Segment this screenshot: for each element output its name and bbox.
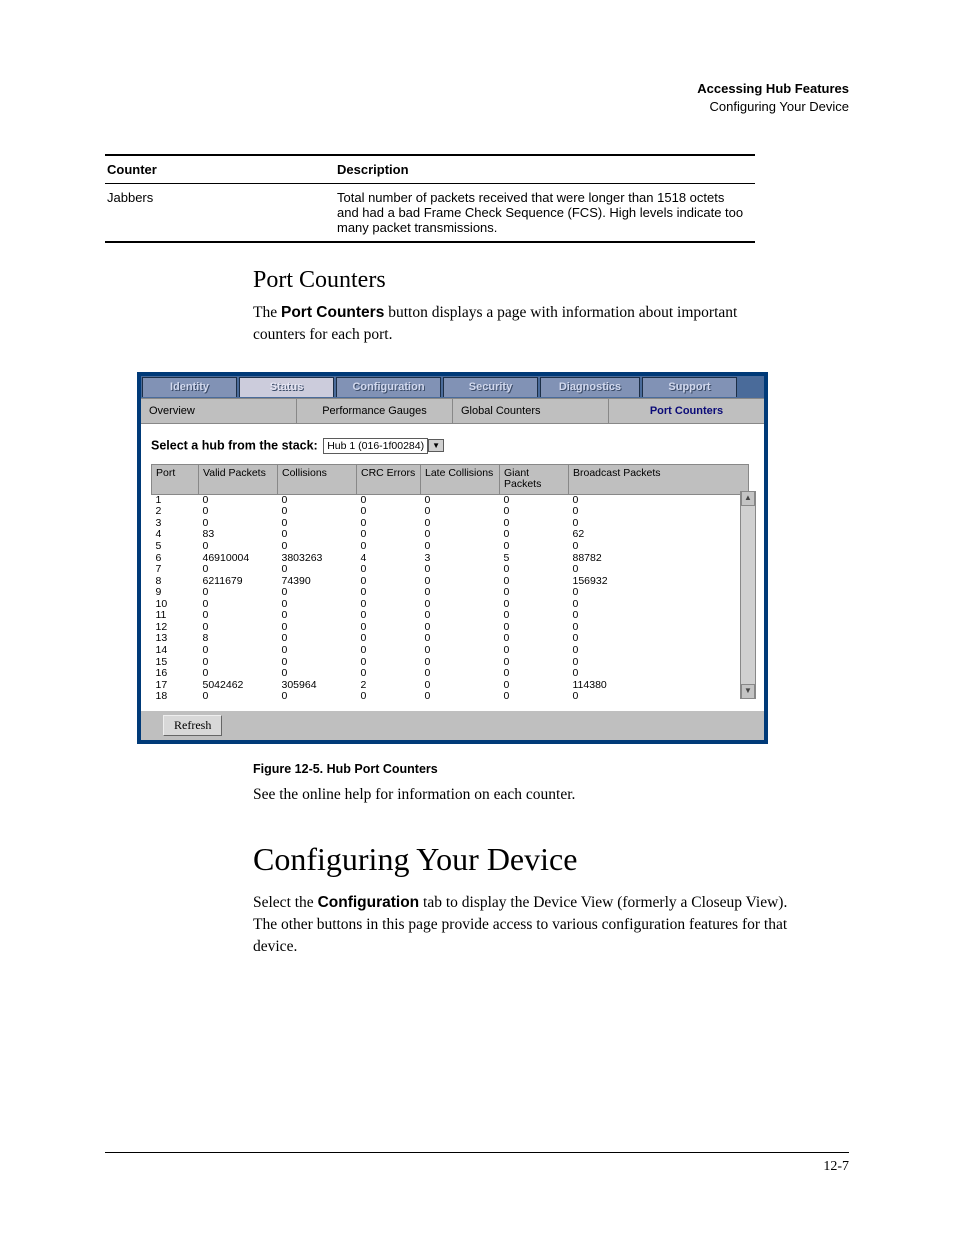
sub-tabs: Overview Performance Gauges Global Count… [141, 398, 764, 424]
header-subtitle: Configuring Your Device [105, 98, 849, 116]
table-row: 483000062 [152, 529, 749, 541]
th-description: Description [335, 155, 755, 184]
port-counters-heading: Port Counters [253, 267, 788, 294]
table-row: 13800000 [152, 633, 749, 645]
table-row: 8621167974390000156932 [152, 576, 749, 588]
page-footer: 12-7 [105, 1152, 849, 1175]
table-row: 10000000 [152, 599, 749, 611]
configuring-device-heading: Configuring Your Device [253, 841, 788, 878]
col-crc-errors: CRC Errors [357, 464, 421, 494]
cell-description: Total number of packets received that we… [335, 184, 755, 243]
table-row: 3000000 [152, 518, 749, 530]
col-giant-packets: Giant Packets [500, 464, 569, 494]
port-counters-table: Port Valid Packets Collisions CRC Errors… [151, 464, 749, 703]
tab-security[interactable]: Security [443, 377, 538, 397]
subtab-port-counters[interactable]: Port Counters [609, 399, 764, 423]
table-row: 15000000 [152, 657, 749, 669]
table-scrollbar[interactable]: ▲ ▼ [740, 491, 756, 699]
subtab-performance-gauges[interactable]: Performance Gauges [297, 399, 453, 423]
hub-select[interactable]: Hub 1 (016-1f00284) [323, 438, 428, 454]
table-row: 175042462305964200114380 [152, 680, 749, 692]
table-row: 2000000 [152, 506, 749, 518]
table-row: 646910004380326343588782 [152, 553, 749, 565]
counter-description-table: Counter Description Jabbers Total number… [105, 154, 755, 243]
scroll-down-icon[interactable]: ▼ [741, 684, 755, 699]
table-row: 14000000 [152, 645, 749, 657]
tab-configuration[interactable]: Configuration [336, 377, 441, 397]
table-row: Jabbers Total number of packets received… [105, 184, 755, 243]
col-valid-packets: Valid Packets [199, 464, 278, 494]
col-port: Port [152, 464, 199, 494]
subtab-overview[interactable]: Overview [141, 399, 297, 423]
cell-counter: Jabbers [105, 184, 335, 243]
table-row: 11000000 [152, 610, 749, 622]
port-counters-intro: The Port Counters button displays a page… [253, 302, 788, 345]
page-header: Accessing Hub Features Configuring Your … [105, 80, 849, 116]
tab-diagnostics[interactable]: Diagnostics [540, 377, 640, 397]
table-row: 18000000 [152, 691, 749, 703]
col-late-collisions: Late Collisions [421, 464, 500, 494]
table-row: 1000000 [152, 494, 749, 506]
table-row: 5000000 [152, 541, 749, 553]
th-counter: Counter [105, 155, 335, 184]
hub-ui-screenshot: Identity Status Configuration Security D… [137, 372, 768, 744]
hub-select-row: Select a hub from the stack: Hub 1 (016-… [151, 438, 754, 454]
refresh-button[interactable]: Refresh [163, 715, 222, 736]
main-tabs: Identity Status Configuration Security D… [141, 376, 764, 398]
tab-support[interactable]: Support [642, 377, 737, 397]
header-title: Accessing Hub Features [105, 80, 849, 98]
table-row: 7000000 [152, 564, 749, 576]
col-collisions: Collisions [278, 464, 357, 494]
chevron-down-icon[interactable]: ▼ [428, 439, 444, 452]
hub-select-label: Select a hub from the stack: [151, 438, 318, 452]
tab-status[interactable]: Status [239, 377, 334, 397]
tab-identity[interactable]: Identity [142, 377, 237, 397]
scroll-up-icon[interactable]: ▲ [741, 491, 755, 506]
after-figure-para: See the online help for information on e… [253, 784, 788, 806]
table-row: 16000000 [152, 668, 749, 680]
table-row: 9000000 [152, 587, 749, 599]
page-number: 12-7 [823, 1159, 849, 1174]
configuring-device-para: Select the Configuration tab to display … [253, 892, 788, 957]
subtab-global-counters[interactable]: Global Counters [453, 399, 609, 423]
table-row: 12000000 [152, 622, 749, 634]
figure-caption: Figure 12-5. Hub Port Counters [253, 762, 788, 776]
col-broadcast-packets: Broadcast Packets [569, 464, 749, 494]
